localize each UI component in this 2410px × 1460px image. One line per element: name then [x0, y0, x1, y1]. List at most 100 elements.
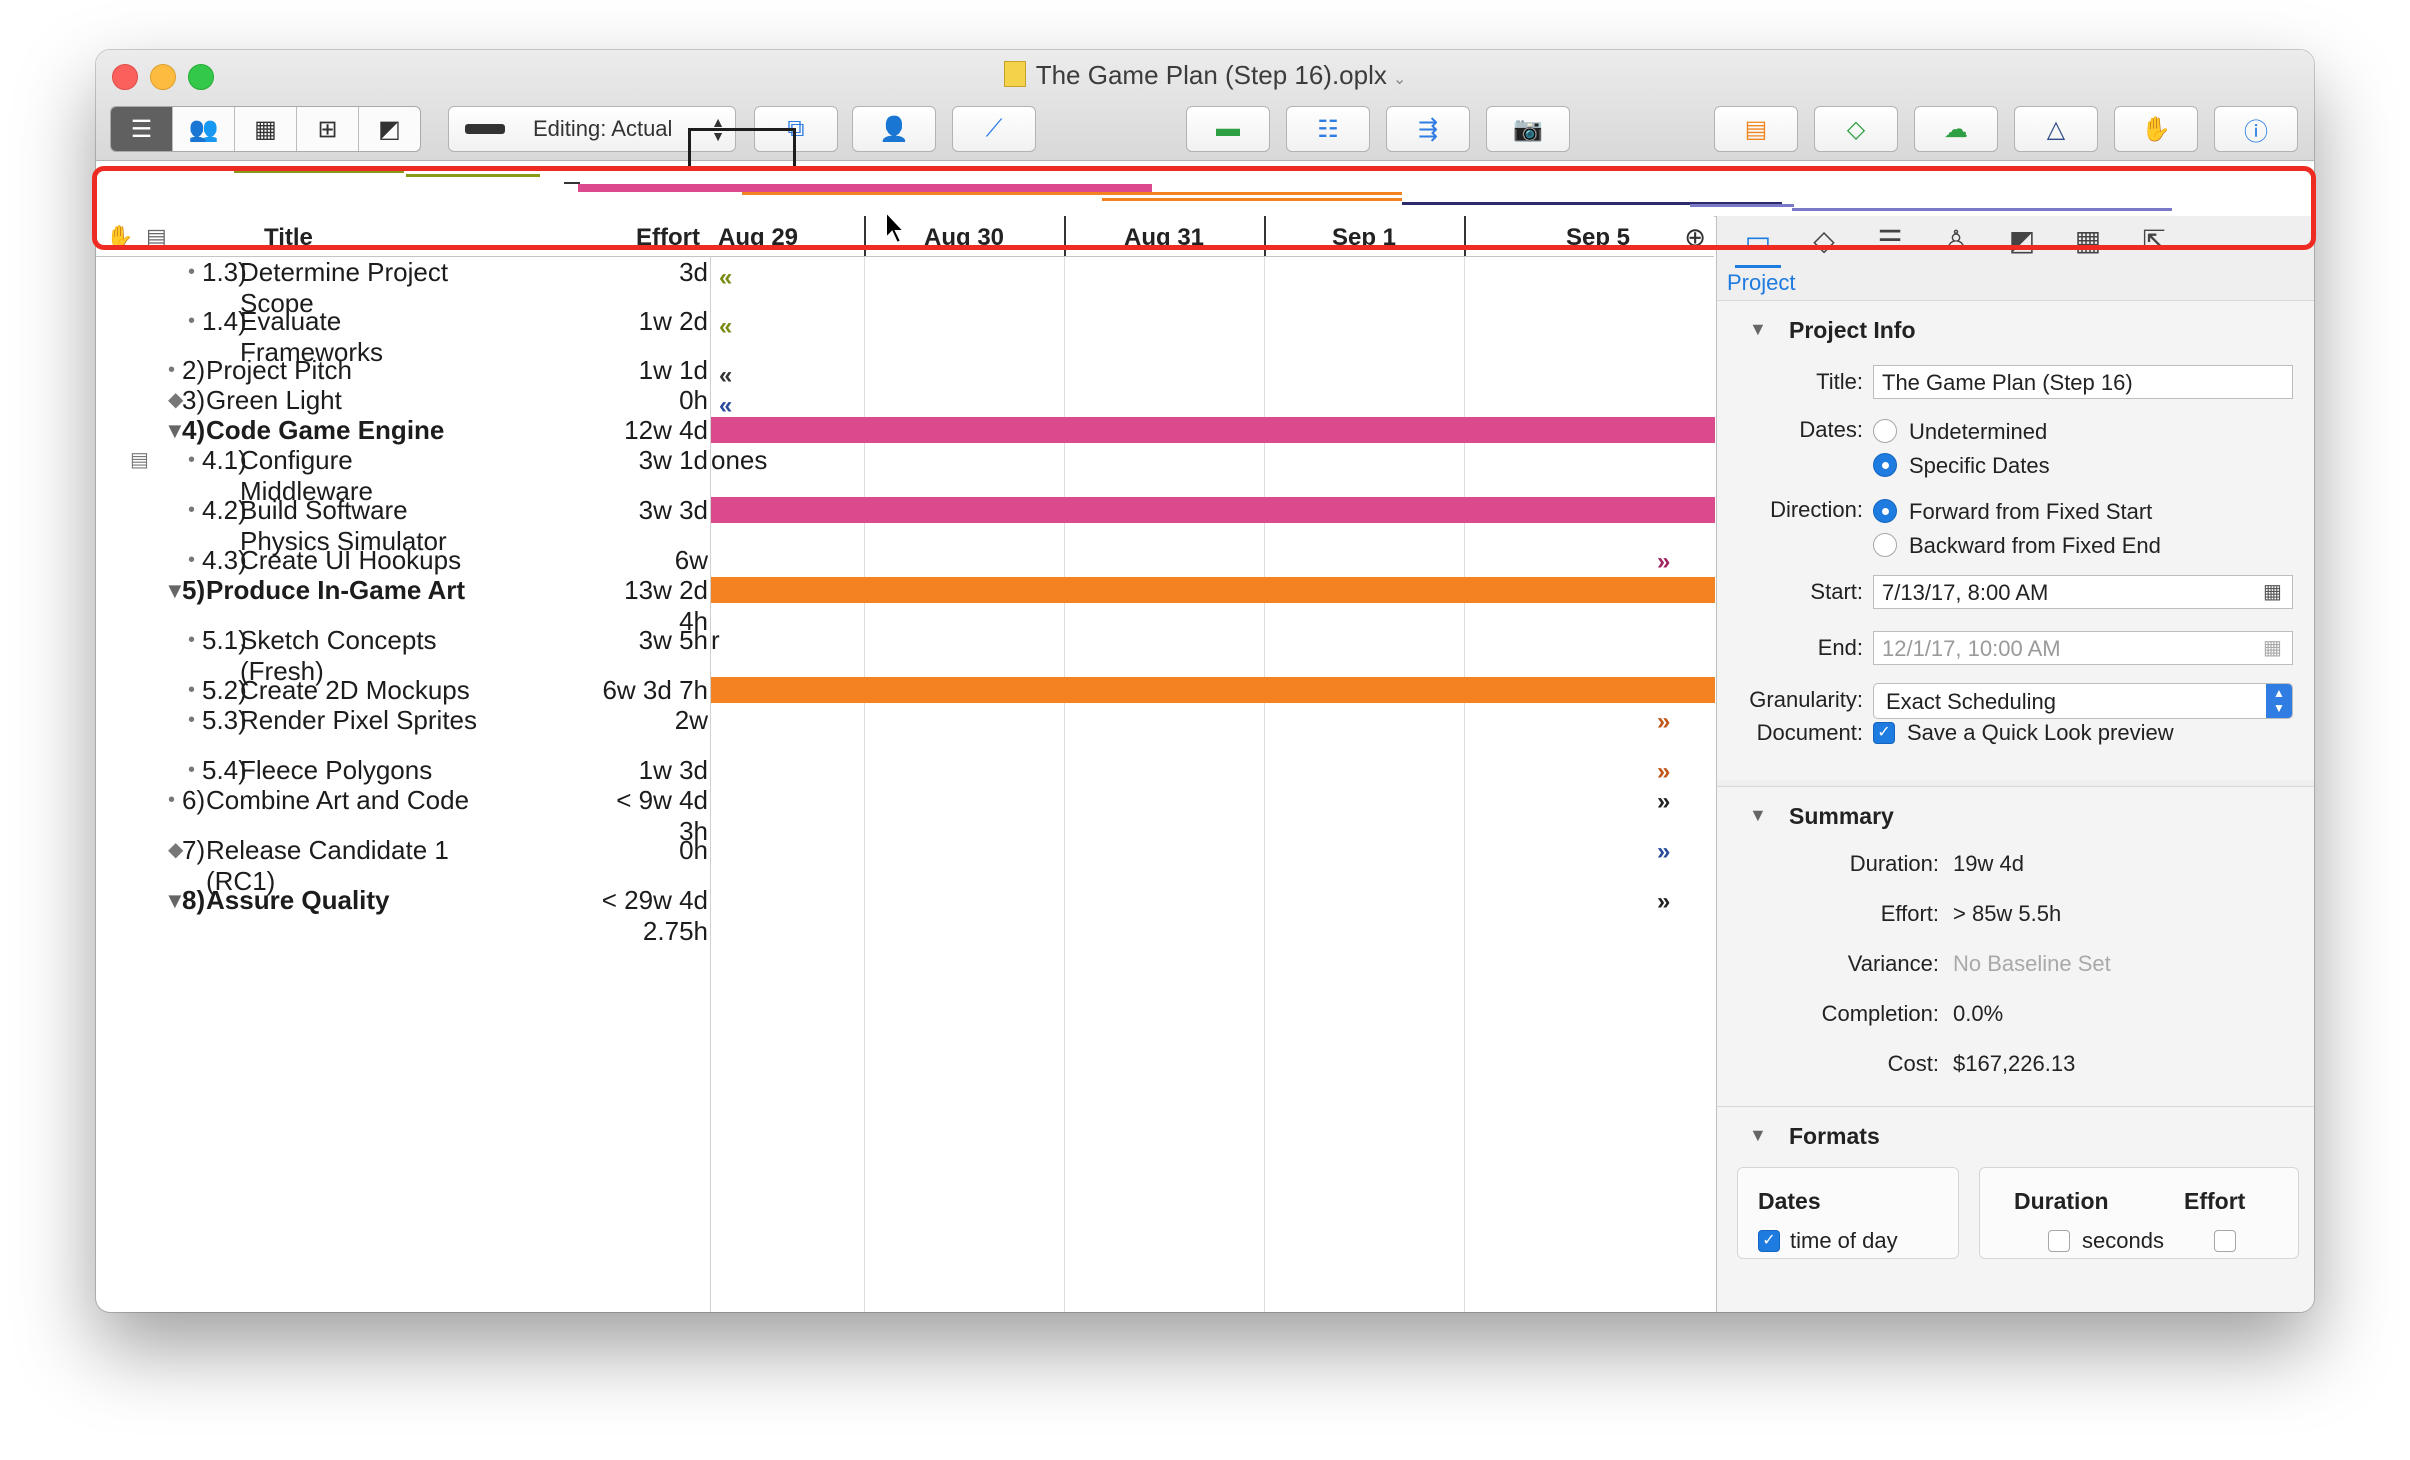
baseline-button[interactable]: ◇ [1814, 106, 1898, 152]
reschedule-button[interactable]: ⇶ [1386, 106, 1470, 152]
level-button[interactable]: ⟋ [952, 106, 1036, 152]
chevron-down-icon: ⌄ [1392, 71, 1407, 88]
split-task-icon: ☷ [1317, 115, 1339, 143]
spreadsheet-button[interactable]: ▤ [1714, 106, 1798, 152]
task-bar[interactable] [711, 577, 1715, 603]
task-effort[interactable]: < 29w 4d [598, 885, 708, 916]
split-task-button[interactable]: ☷ [1286, 106, 1370, 152]
window-title[interactable]: The Game Plan (Step 16).oplx ⌄ [96, 60, 2314, 91]
task-bullet-icon: • [188, 759, 196, 781]
task-effort[interactable]: 2w [598, 705, 708, 736]
offscreen-left-marker[interactable]: « [719, 312, 732, 342]
forward-radio[interactable] [1873, 499, 1897, 523]
gantt-view-icon[interactable]: ☰ [111, 107, 173, 151]
offscreen-left-marker[interactable]: « [719, 361, 732, 391]
day-gridline [1264, 257, 1265, 1312]
duration-label: Duration: [1849, 851, 1939, 876]
catch-up-icon: ▬ [1216, 115, 1240, 142]
end-field[interactable]: 12/1/17, 10:00 AM [1873, 631, 2293, 665]
task-title[interactable]: Project Pitch [206, 355, 486, 386]
task-effort[interactable]: < 9w 4d [598, 785, 708, 816]
task-row[interactable]: • 5.1) Sketch Concepts (Fresh) 3w 5h [96, 625, 708, 686]
task-title[interactable]: Create 2D Mockups [240, 675, 490, 706]
task-effort[interactable]: 1w 2d [598, 306, 708, 337]
editing-mode-label: Editing: Actual [533, 116, 673, 141]
offscreen-right-marker[interactable]: » [1657, 547, 1670, 577]
network-view-icon[interactable]: ⊞ [297, 107, 359, 151]
task-row[interactable]: • 5.3) Render Pixel Sprites 2w [96, 705, 708, 755]
resource-assign-button[interactable]: 👤 [852, 106, 936, 152]
offscreen-right-marker[interactable]: » [1657, 837, 1670, 867]
granularity-select[interactable]: Exact Scheduling ▲ ▼ [1873, 683, 2293, 719]
calendar-view-icon[interactable]: ▦ [235, 107, 297, 151]
task-title[interactable]: Combine Art and Code [206, 785, 486, 816]
task-effort[interactable]: 0h [598, 835, 708, 866]
offscreen-right-marker[interactable]: » [1657, 757, 1670, 787]
task-effort[interactable]: 6w 3d 7h [598, 675, 708, 706]
task-title[interactable]: Create UI Hookups [240, 545, 490, 576]
task-effort[interactable]: 1w 3d [598, 755, 708, 786]
task-effort[interactable]: 3w 1d [598, 445, 708, 476]
undetermined-radio[interactable] [1873, 419, 1897, 443]
resource-view-icon[interactable]: 👥 [173, 107, 235, 151]
violations-button[interactable]: ✋ [2114, 106, 2198, 152]
calendar-icon[interactable]: ▦ [2263, 579, 2282, 604]
disclosure-triangle-icon[interactable]: ▼ [1749, 1125, 1767, 1146]
task-bar[interactable] [711, 497, 1715, 523]
task-effort[interactable]: 3w 3d [598, 495, 708, 526]
task-title[interactable]: Produce In-Game Art [206, 575, 486, 606]
view-switcher[interactable]: ☰ 👥 ▦ ⊞ ◩ [110, 106, 421, 152]
task-row[interactable]: ▼ 5) Produce In-Game Art 13w 2d 4h [96, 575, 708, 636]
publish-button[interactable]: ☁ [1914, 106, 1998, 152]
specific-dates-radio[interactable] [1873, 453, 1897, 477]
task-row[interactable]: ◆ 7) Release Candidate 1 (RC1) 0h [96, 835, 708, 896]
quick-look-checkbox[interactable]: ✓ [1873, 722, 1895, 744]
task-title[interactable]: Code Game Engine [206, 415, 486, 446]
task-effort[interactable]: 3d [598, 257, 708, 288]
quick-look-label: Save a Quick Look preview [1907, 720, 2174, 745]
task-row[interactable]: • 4.2) Build Software Physics Simulator 3w … [96, 495, 708, 556]
disclosure-triangle-icon[interactable]: ▼ [1749, 805, 1767, 826]
task-bullet-icon: • [188, 449, 196, 471]
task-effort[interactable]: 12w 4d [598, 415, 708, 446]
task-number: 6) [182, 785, 206, 815]
snapshot-button[interactable]: 📷 [1486, 106, 1570, 152]
disclosure-triangle-icon[interactable]: ▼ [1749, 319, 1767, 340]
catch-up-button[interactable]: ▬ [1186, 106, 1270, 152]
backward-radio[interactable] [1873, 533, 1897, 557]
gantt-chart[interactable]: ««««ones» r»»»»» [710, 257, 1715, 1312]
task-bullet-icon: • [188, 709, 196, 731]
task-title[interactable]: Fleece Polygons [240, 755, 490, 786]
task-row[interactable]: • 1.3) Determine Project Scope 3d [96, 257, 708, 318]
task-bar[interactable] [711, 417, 1715, 443]
task-row[interactable]: • 4.1) Configure Middleware 3w 1d ▤ [96, 445, 708, 506]
title-field[interactable]: The Game Plan (Step 16) [1873, 365, 2293, 399]
warnings-button[interactable]: △ [2014, 106, 2098, 152]
offscreen-right-marker[interactable]: » [1657, 887, 1670, 917]
task-effort[interactable]: 13w 2d [598, 575, 708, 606]
task-effort[interactable]: 6w [598, 545, 708, 576]
offscreen-right-marker[interactable]: » [1657, 707, 1670, 737]
task-row[interactable]: • 1.4) Evaluate Frameworks 1w 2d [96, 306, 708, 367]
task-title[interactable]: Render Pixel Sprites [240, 705, 490, 736]
overview-viewport-handle[interactable] [688, 128, 796, 170]
styles-view-icon[interactable]: ◩ [359, 107, 420, 151]
calendar-icon[interactable]: ▦ [2263, 635, 2282, 660]
effort-seconds-checkbox[interactable] [2214, 1230, 2236, 1252]
duration-seconds-checkbox[interactable] [2048, 1230, 2070, 1252]
task-title[interactable]: Assure Quality [206, 885, 486, 916]
task-row[interactable]: ▼ 8) Assure Quality < 29w 4d 2.75h [96, 885, 708, 946]
note-icon[interactable]: ▤ [130, 445, 149, 476]
task-effort[interactable]: 1w 1d [598, 355, 708, 386]
offscreen-right-marker[interactable]: » [1657, 787, 1670, 817]
task-row[interactable]: • 6) Combine Art and Code < 9w 4d 3h [96, 785, 708, 846]
offscreen-left-marker[interactable]: « [719, 263, 732, 293]
time-of-day-checkbox[interactable]: ✓ [1758, 1230, 1780, 1252]
task-effort[interactable]: 3w 5h [598, 625, 708, 656]
task-effort[interactable]: 0h [598, 385, 708, 416]
start-field[interactable]: 7/13/17, 8:00 AM [1873, 575, 2293, 609]
task-title[interactable]: Green Light [206, 385, 486, 416]
task-bar[interactable] [711, 677, 1715, 703]
level-icon: ⟋ [985, 115, 1003, 142]
info-button[interactable]: ⓘ [2214, 106, 2298, 152]
